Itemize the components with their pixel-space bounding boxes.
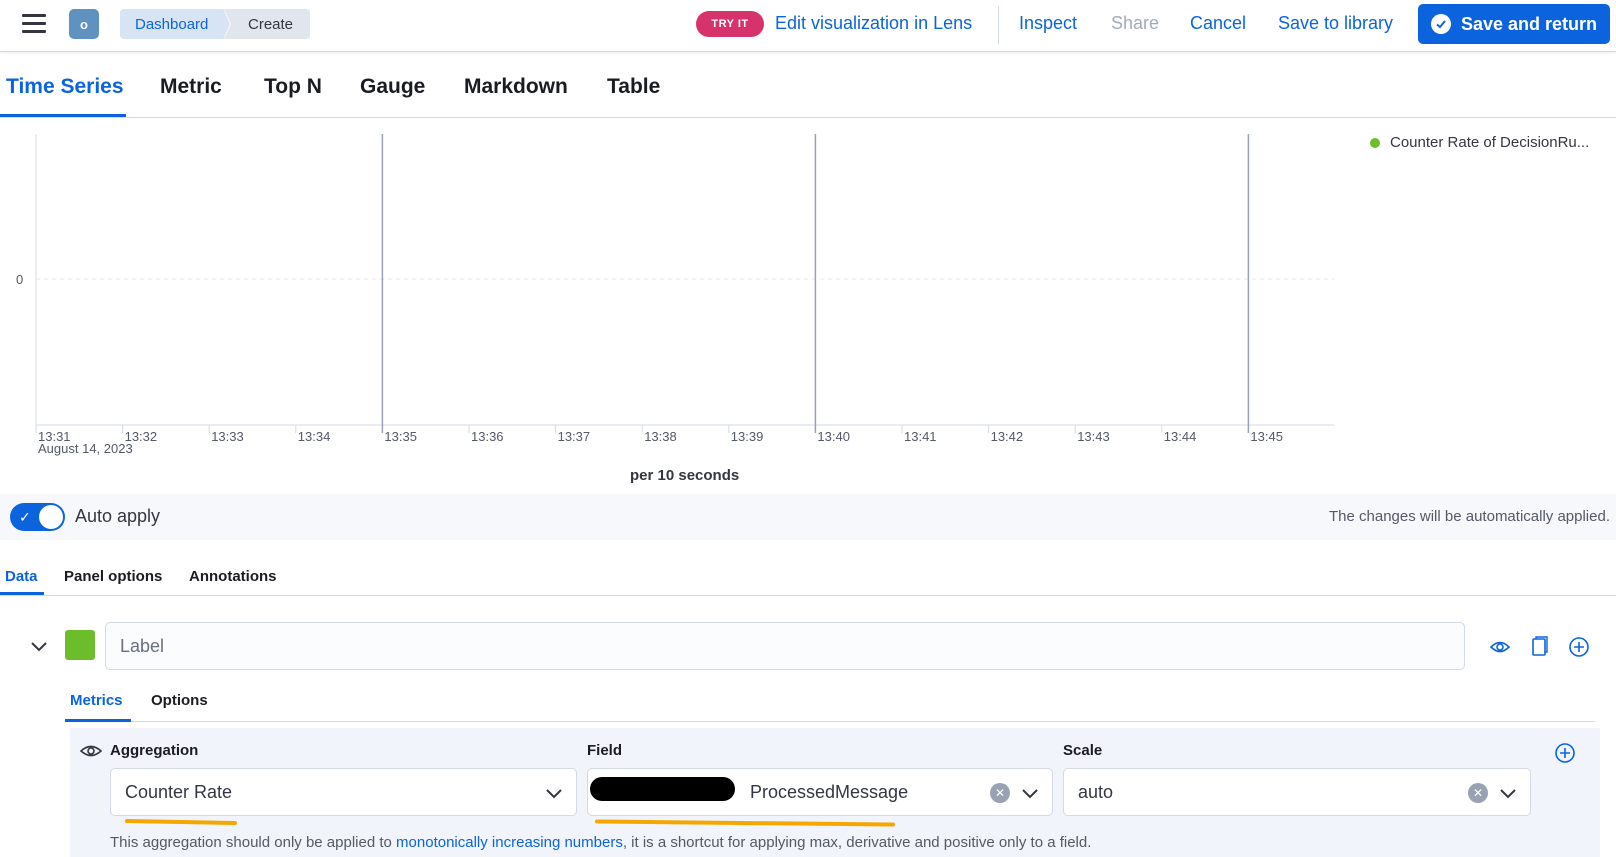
tab-table[interactable]: Table [607, 75, 660, 99]
tab-panel-options[interactable]: Panel options [64, 568, 162, 585]
tab-options[interactable]: Options [151, 692, 208, 709]
breadcrumb-create: Create [224, 9, 310, 39]
auto-apply-toggle[interactable]: ✓ [10, 503, 65, 531]
x-tick-label: 13:42 [991, 429, 1024, 444]
scale-value: auto [1078, 781, 1114, 802]
metric-tabs: Metrics Options [65, 682, 1595, 722]
scale-select[interactable]: auto ✕ [1063, 768, 1531, 816]
x-tick-label: 13:44 [1164, 429, 1197, 444]
chevron-down-icon [546, 789, 562, 799]
hint-text-before: This aggregation should only be applied … [110, 834, 397, 851]
highlight-underline [594, 819, 896, 827]
x-tick-label: 13:37 [558, 429, 591, 444]
scale-label: Scale [1063, 742, 1103, 759]
active-tab-indicator [0, 114, 126, 117]
legend-swatch [1370, 137, 1380, 148]
auto-apply-label: Auto apply [75, 506, 161, 526]
tab-time-series[interactable]: Time Series [6, 75, 124, 99]
hint-text-after: , it is a shortcut for applying max, der… [622, 834, 1092, 851]
auto-apply-bar: ✓ Auto apply The changes will be automat… [0, 494, 1616, 540]
x-tick-label: 13:33 [211, 429, 244, 444]
active-tab-indicator [65, 719, 131, 722]
x-date-label: August 14, 2023 [38, 441, 133, 456]
add-metric-icon[interactable] [1554, 742, 1576, 764]
clear-icon[interactable]: ✕ [990, 783, 1010, 803]
chart-canvas: 013:31 13:32 13:33 13:34 13:35 13:36 13:37 13:3… [16, 134, 1334, 456]
try-it-badge: TRY IT [696, 11, 764, 37]
field-select[interactable]: ProcessedMessage ✕ [587, 768, 1053, 816]
chevron-down-icon [1500, 789, 1516, 799]
top-header: o Dashboard Create TRY IT Edit visualiza… [0, 0, 1616, 52]
field-label: Field [587, 742, 623, 759]
tab-gauge[interactable]: Gauge [360, 75, 425, 99]
x-tick-label: 13:45 [1250, 429, 1283, 444]
save-to-library-button[interactable]: Save to library [1278, 13, 1393, 34]
time-series-chart: 0 13:31 13:32 13:33 13:34 13:35 13:36 13:37 13:3… [0, 118, 1616, 490]
chart-legend[interactable]: Counter Rate of DecisionRu... [1370, 134, 1589, 151]
tab-metric[interactable]: Metric [160, 75, 222, 99]
collapse-chevron-icon[interactable] [30, 638, 48, 656]
x-tick-label: 13:40 [817, 429, 850, 444]
header-divider [998, 6, 999, 44]
check-icon: ✓ [19, 509, 31, 525]
copy-icon[interactable] [1528, 636, 1550, 658]
active-tab-indicator [0, 592, 44, 595]
space-avatar[interactable]: o [69, 9, 99, 39]
x-tick-label: 13:43 [1077, 429, 1110, 444]
tab-markdown[interactable]: Markdown [464, 75, 568, 99]
series-color-swatch[interactable] [65, 630, 95, 660]
clear-icon[interactable]: ✕ [1468, 783, 1488, 803]
add-series-icon[interactable] [1568, 636, 1590, 658]
aggregation-hint: This aggregation should only be applied … [110, 834, 1091, 851]
save-and-return-label: Save and return [1460, 13, 1598, 34]
tab-top-n[interactable]: Top N [264, 75, 322, 99]
tab-data[interactable]: Data [5, 568, 38, 585]
breadcrumb-dashboard[interactable]: Dashboard [120, 9, 230, 39]
legend-series-label: Counter Rate of DecisionRu... [1390, 134, 1590, 151]
menu-icon[interactable] [22, 14, 46, 34]
tab-annotations[interactable]: Annotations [189, 568, 277, 585]
editor-tabs: Data Panel options Annotations [0, 540, 1616, 596]
aggregation-label: Aggregation [110, 742, 199, 759]
interval-label: per 10 seconds [630, 467, 740, 484]
eye-icon[interactable] [1489, 636, 1511, 658]
aggregation-select[interactable]: Counter Rate [110, 768, 577, 816]
metric-config-panel: Aggregation Field Scale Counter Rate Pro… [70, 728, 1600, 857]
check-icon [1430, 14, 1451, 34]
x-tick-label: 13:39 [731, 429, 764, 444]
redaction-mark [590, 777, 735, 801]
x-tick-label: 13:35 [384, 429, 417, 444]
x-tick-label: 13:38 [644, 429, 677, 444]
x-tick-label: 13:36 [471, 429, 504, 444]
auto-apply-message: The changes will be automatically applie… [1329, 508, 1610, 525]
eye-icon[interactable] [80, 742, 102, 760]
visualization-type-tabs: Time Series Metric Top N Gauge Markdown … [0, 52, 1616, 118]
monotonic-numbers-link[interactable]: monotonically increasing numbers [396, 834, 623, 851]
edit-in-lens-link[interactable]: Edit visualization in Lens [775, 13, 972, 34]
x-tick-label: 13:41 [904, 429, 937, 444]
toggle-knob [39, 505, 63, 529]
share-button[interactable]: Share [1111, 13, 1159, 34]
save-and-return-button[interactable]: Save and return [1418, 4, 1610, 44]
chevron-down-icon [1022, 789, 1038, 799]
y-tick-label: 0 [16, 272, 23, 287]
cancel-button[interactable]: Cancel [1190, 13, 1246, 34]
aggregation-value: Counter Rate [125, 781, 233, 802]
series-label-input[interactable]: Label [105, 622, 1465, 670]
x-tick-label: 13:34 [298, 429, 331, 444]
tab-metrics[interactable]: Metrics [70, 692, 123, 709]
inspect-button[interactable]: Inspect [1019, 13, 1077, 34]
highlight-underline [124, 819, 238, 825]
